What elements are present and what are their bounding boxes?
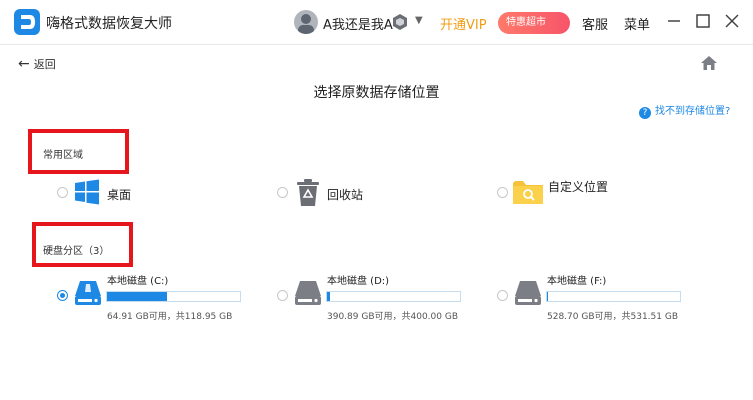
back-button[interactable]: ← 返回 <box>18 56 56 72</box>
customer-service-button[interactable]: 客服 <box>582 14 608 33</box>
menu-button[interactable]: 菜单 <box>624 14 650 33</box>
page-title: 选择原数据存储位置 <box>313 85 440 101</box>
drive-c-radio[interactable] <box>57 290 68 301</box>
drive-d-usage-bar <box>326 291 461 302</box>
help-icon: ? <box>639 107 651 119</box>
avatar[interactable] <box>294 10 318 34</box>
recycle-bin-icon <box>296 179 320 211</box>
desktop-radio[interactable] <box>57 187 68 198</box>
drive-f-usage-fill <box>547 292 549 301</box>
help-link-label: 找不到存储位置? <box>655 106 731 117</box>
drive-f-icon <box>514 280 542 310</box>
user-name[interactable]: A我还是我A <box>323 14 393 33</box>
drive-c-icon <box>74 280 102 310</box>
app-title: 嗨格式数据恢复大师 <box>46 16 172 32</box>
drive-c-usage-bar <box>106 291 241 302</box>
promo-label: 特惠超市 <box>506 17 546 28</box>
maximize-icon[interactable] <box>693 11 713 31</box>
windows-icon <box>74 179 100 209</box>
home-icon[interactable] <box>700 54 718 76</box>
drive-f-free-space: 528.70 GB可用，共531.51 GB <box>547 312 679 322</box>
drive-d-free-space: 390.89 GB可用，共400.00 GB <box>327 312 459 322</box>
promo-button[interactable]: 特惠超市 <box>498 12 570 34</box>
disk-partition-label: 硬盘分区（3） <box>43 246 110 257</box>
drive-f-usage-bar <box>546 291 681 302</box>
common-area-label: 常用区域 <box>43 150 83 161</box>
title-bar: 嗨格式数据恢复大师 A我还是我A ▼ 开通VIP 特惠超市 客服 菜单 <box>0 0 753 45</box>
user-dropdown-chevron-icon[interactable]: ▼ <box>415 15 423 26</box>
drive-d-icon <box>294 280 322 310</box>
minimize-icon[interactable] <box>664 11 684 31</box>
app-logo-icon <box>14 9 40 35</box>
close-icon[interactable] <box>722 11 742 31</box>
drive-c-usage-fill <box>107 292 167 301</box>
cannot-find-location-link[interactable]: ? 找不到存储位置? <box>639 102 730 119</box>
back-label: 返回 <box>33 58 56 71</box>
folder-search-icon <box>513 178 543 210</box>
drive-c-name[interactable]: 本地磁盘 (C:) <box>107 272 168 287</box>
custom-location-radio[interactable] <box>497 187 508 198</box>
drive-f-name[interactable]: 本地磁盘 (F:) <box>547 272 606 287</box>
member-badge-icon <box>391 13 409 35</box>
drive-d-usage-fill <box>327 292 330 301</box>
drive-d-radio[interactable] <box>277 290 288 301</box>
drive-c-free-space: 64.91 GB可用，共118.95 GB <box>107 312 233 322</box>
desktop-label[interactable]: 桌面 <box>107 186 131 203</box>
custom-location-label[interactable]: 自定义位置 <box>548 178 608 195</box>
back-arrow-icon: ← <box>18 56 30 72</box>
drive-d-name[interactable]: 本地磁盘 (D:) <box>327 272 389 287</box>
open-vip-link[interactable]: 开通VIP <box>440 14 487 33</box>
recycle-bin-radio[interactable] <box>277 187 288 198</box>
drive-f-radio[interactable] <box>497 290 508 301</box>
recycle-bin-label[interactable]: 回收站 <box>327 186 363 203</box>
